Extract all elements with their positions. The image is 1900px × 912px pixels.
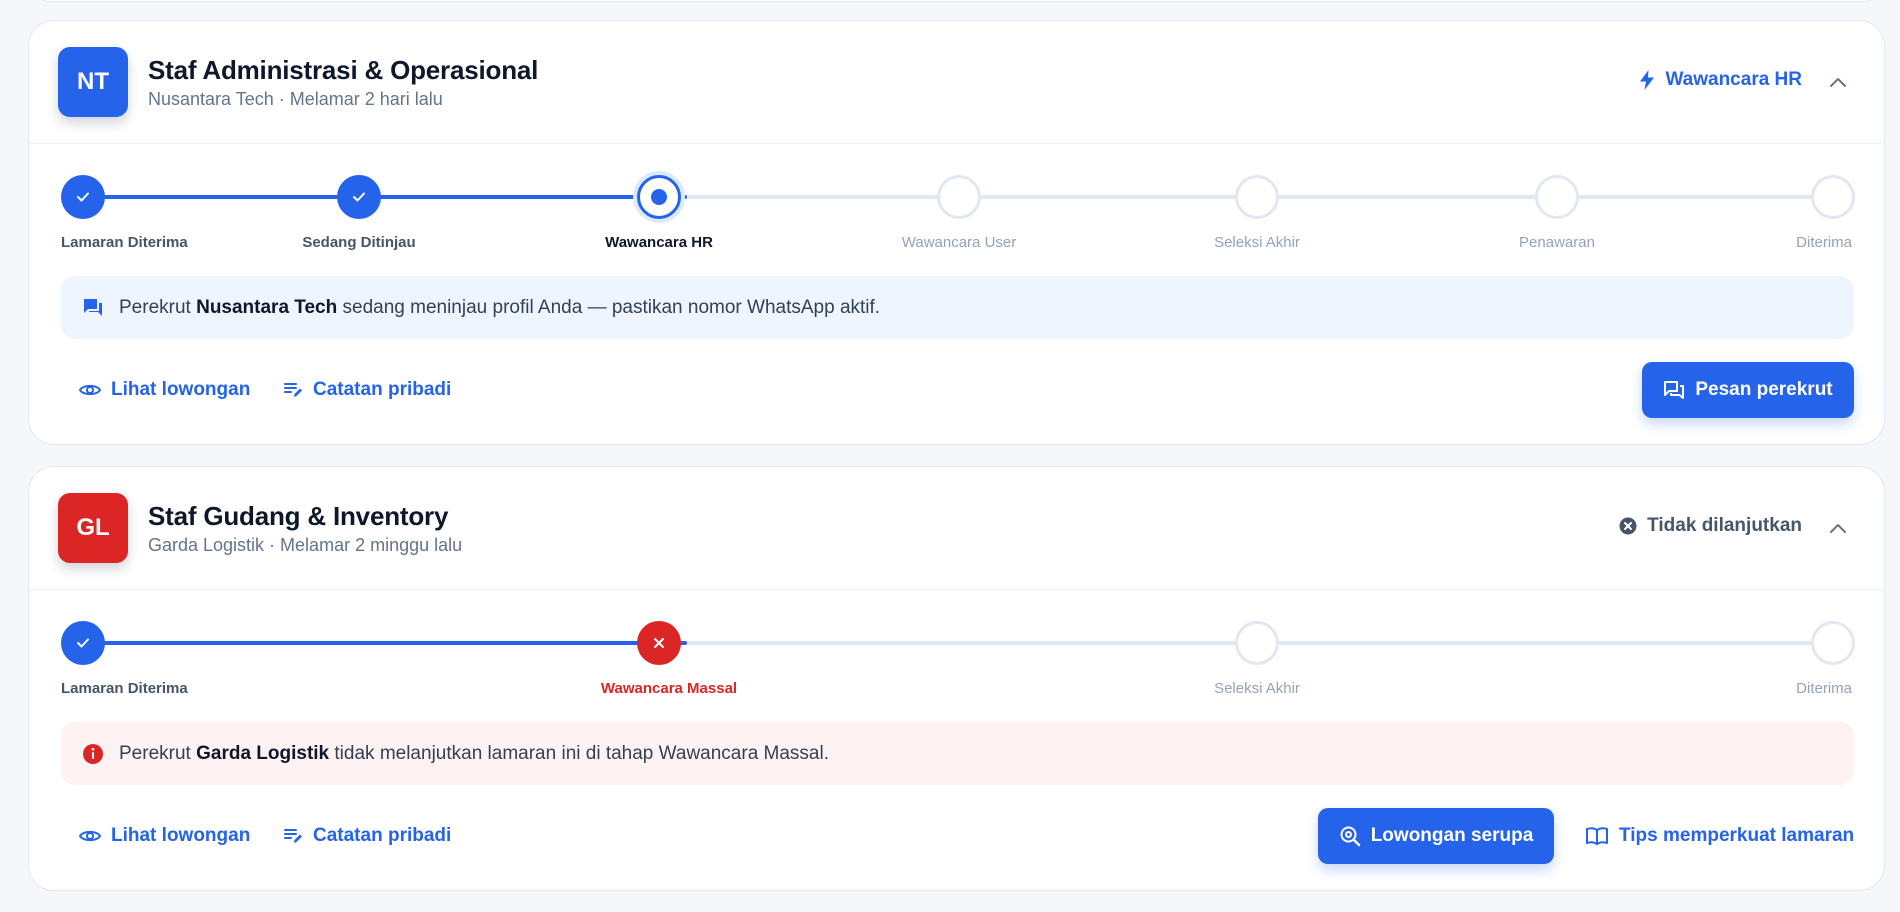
view-job-label: Lihat lowongan [111,379,251,400]
info-icon [81,742,105,766]
application-card-1: NT Staf Administrasi & Operasional Nusan… [28,20,1885,445]
eye-icon [79,828,101,844]
job-title: Staf Administrasi & Operasional [148,55,539,85]
card-header[interactable]: NT Staf Administrasi & Operasional Nusan… [29,21,1884,144]
status-label: Wawancara HR [1665,69,1802,90]
step-label: Lamaran Diterima [61,234,188,251]
stepper-track-progress [83,641,687,645]
job-subtitle: Nusantara Tech · Melamar 2 hari lalu [148,89,443,109]
progress-stepper: Lamaran Diterima Wawancara Massal Seleks… [29,590,1884,714]
bolt-icon [1639,70,1655,90]
status-label: Tidak dilanjutkan [1647,515,1802,536]
step-node [1811,621,1855,665]
step-node-failed [637,621,681,665]
job-title: Staf Gudang & Inventory [148,501,449,531]
notes-label: Catatan pribadi [313,825,452,846]
notice-prefix: Perekrut [119,296,197,318]
step-node [337,175,381,219]
rejection-notice: Perekrut Garda Logistik tidak melanjutka… [61,722,1854,785]
card-actions: Lihat lowongan Catatan pribadi Lowongan … [29,808,1884,864]
card-actions: Lihat lowongan Catatan pribadi Pesan per… [29,362,1884,418]
book-icon [1585,827,1609,845]
check-icon [353,192,365,202]
step-label: Wawancara User [901,234,1017,251]
step-node [61,621,105,665]
step-label: Sedang Ditinjau [302,234,416,251]
notice-suffix: tidak melanjutkan lamaran ini di tahap W… [329,742,829,764]
notes-label: Catatan pribadi [313,379,452,400]
step-node [1535,175,1579,219]
search-jobs-icon [1339,825,1361,847]
chevron-up-icon[interactable] [1828,519,1848,539]
tips-label: Tips memperkuat lamaran [1619,825,1855,846]
chat-bubbles-icon [1663,380,1685,400]
edit-notes-icon [283,381,303,399]
step-label: Lamaran Diterima [61,680,188,697]
eye-icon [79,382,101,398]
step-label: Wawancara Massal [600,680,738,697]
step-node [1235,621,1279,665]
application-card-2: GL Staf Gudang & Inventory Garda Logisti… [28,466,1885,891]
step-label: Seleksi Akhir [1214,234,1300,251]
step-node-current [637,175,681,219]
status-badge: Wawancara HR [1639,69,1802,91]
step-label: Penawaran [1519,234,1595,251]
message-recruiter-button[interactable]: Pesan perekrut [1642,362,1854,418]
application-tips-link[interactable]: Tips memperkuat lamaran [1585,808,1854,864]
message-recruiter-label: Pesan perekrut [1695,379,1833,400]
step-label: Wawancara HR [605,234,713,251]
step-node [1235,175,1279,219]
view-job-label: Lihat lowongan [111,825,251,846]
progress-stepper: Lamaran Diterima Sedang Ditinjau Wawanca… [29,144,1884,268]
notice-company: Garda Logistik [196,742,330,764]
view-job-link[interactable]: Lihat lowongan [79,362,250,418]
company-logo: NT [58,47,128,117]
check-icon [77,192,89,202]
similar-jobs-button[interactable]: Lowongan serupa [1318,808,1554,864]
step-label: Diterima [1796,680,1852,697]
close-icon [654,638,664,648]
info-notice: Perekrut Nusantara Tech sedang meninjau … [61,276,1854,339]
job-subtitle: Garda Logistik · Melamar 2 minggu lalu [148,535,463,555]
check-icon [77,638,89,648]
similar-jobs-label: Lowongan serupa [1370,825,1534,846]
x-circle-icon [1619,517,1637,535]
edit-notes-icon [283,827,303,845]
step-node [61,175,105,219]
stepper-track-progress [83,195,687,199]
notice-company: Nusantara Tech [196,296,338,318]
previous-card-edge [28,0,1885,2]
view-job-link[interactable]: Lihat lowongan [79,808,250,864]
step-node [1811,175,1855,219]
company-logo: GL [58,493,128,563]
step-label: Seleksi Akhir [1214,680,1300,697]
card-header[interactable]: GL Staf Gudang & Inventory Garda Logisti… [29,467,1884,590]
notice-prefix: Perekrut [119,742,197,764]
notice-suffix: sedang meninjau profil Anda — pastikan n… [337,296,881,318]
personal-notes-link[interactable]: Catatan pribadi [283,362,451,418]
chat-icon [81,296,105,320]
personal-notes-link[interactable]: Catatan pribadi [283,808,451,864]
step-node [937,175,981,219]
status-badge: Tidak dilanjutkan [1619,515,1802,537]
step-label: Diterima [1796,234,1852,251]
chevron-up-icon[interactable] [1828,73,1848,93]
